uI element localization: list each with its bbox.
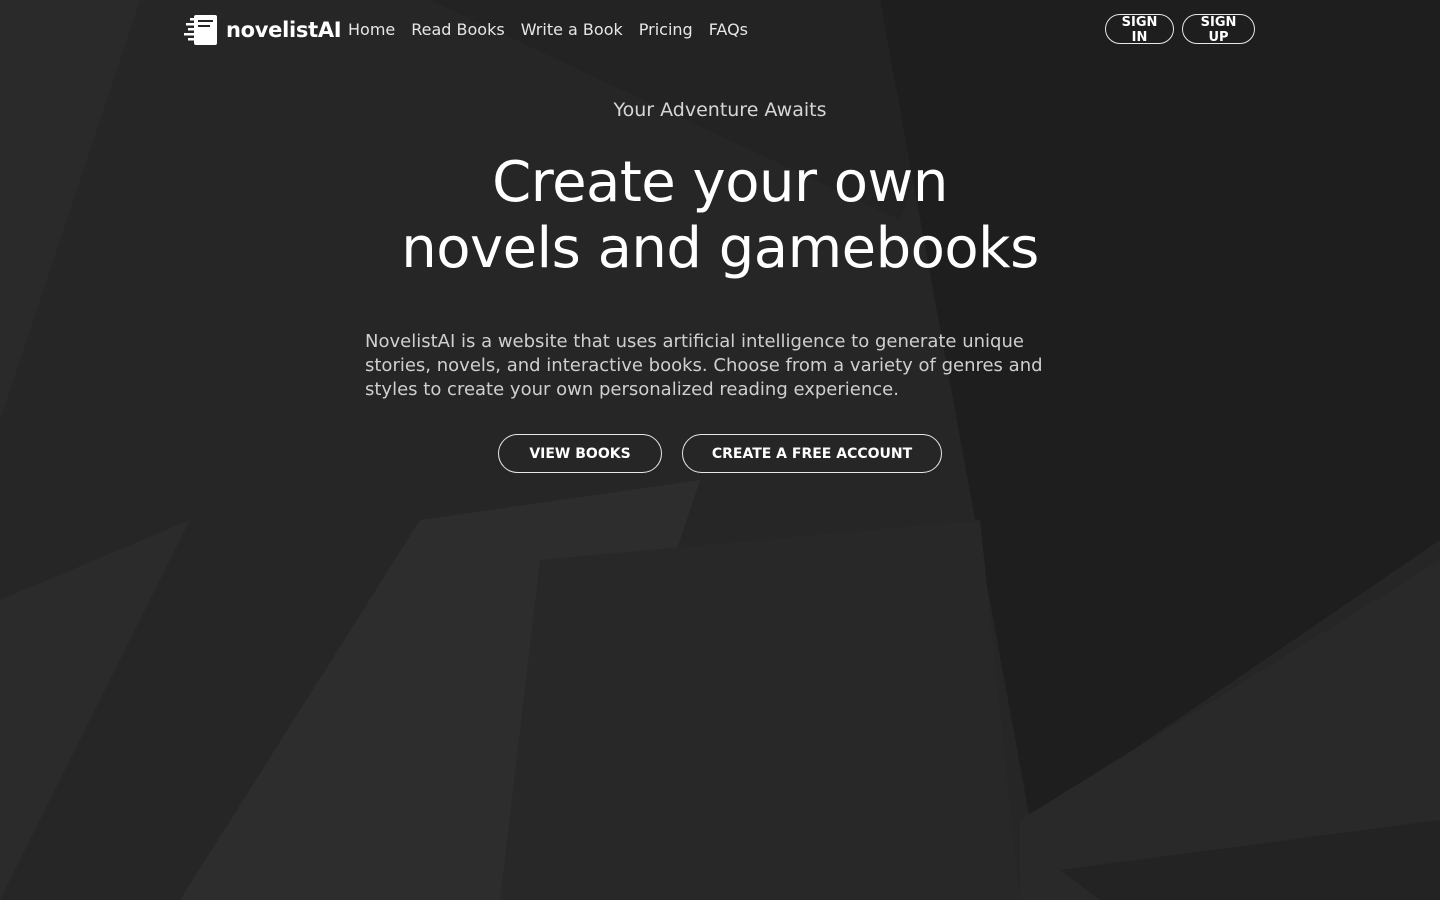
main-nav: Home Read Books Write a Book Pricing FAQ…: [340, 18, 756, 42]
sign-up-button[interactable]: SIGN UP: [1182, 14, 1255, 45]
hero-eyebrow: Your Adventure Awaits: [613, 99, 827, 121]
hero-description: NovelistAI is a website that uses artifi…: [365, 331, 1043, 400]
book-pages-icon: [184, 14, 218, 46]
brand-logo[interactable]: novelistAI: [184, 14, 342, 46]
create-free-account-button[interactable]: CREATE A FREE ACCOUNT: [682, 434, 942, 473]
nav-write-a-book[interactable]: Write a Book: [513, 18, 631, 42]
nav-pricing[interactable]: Pricing: [631, 18, 701, 42]
top-navigation-bar: novelistAI Home Read Books Write a Book …: [0, 0, 1440, 60]
view-books-button[interactable]: VIEW BOOKS: [498, 434, 662, 473]
nav-faqs[interactable]: FAQs: [701, 18, 756, 42]
nav-read-books[interactable]: Read Books: [403, 18, 512, 42]
hero-headline-line-2: novels and gamebooks: [401, 216, 1039, 281]
auth-buttons: SIGN IN SIGN UP: [1105, 14, 1255, 45]
hero-headline: Create your own novels and gamebooks: [0, 150, 1440, 282]
nav-home[interactable]: Home: [340, 18, 403, 42]
brand-name: novelistAI: [226, 18, 342, 42]
hero-cta-row: VIEW BOOKS CREATE A FREE ACCOUNT: [0, 434, 1440, 473]
hero-headline-line-1: Create your own: [492, 150, 948, 215]
sign-in-button[interactable]: SIGN IN: [1105, 14, 1174, 45]
